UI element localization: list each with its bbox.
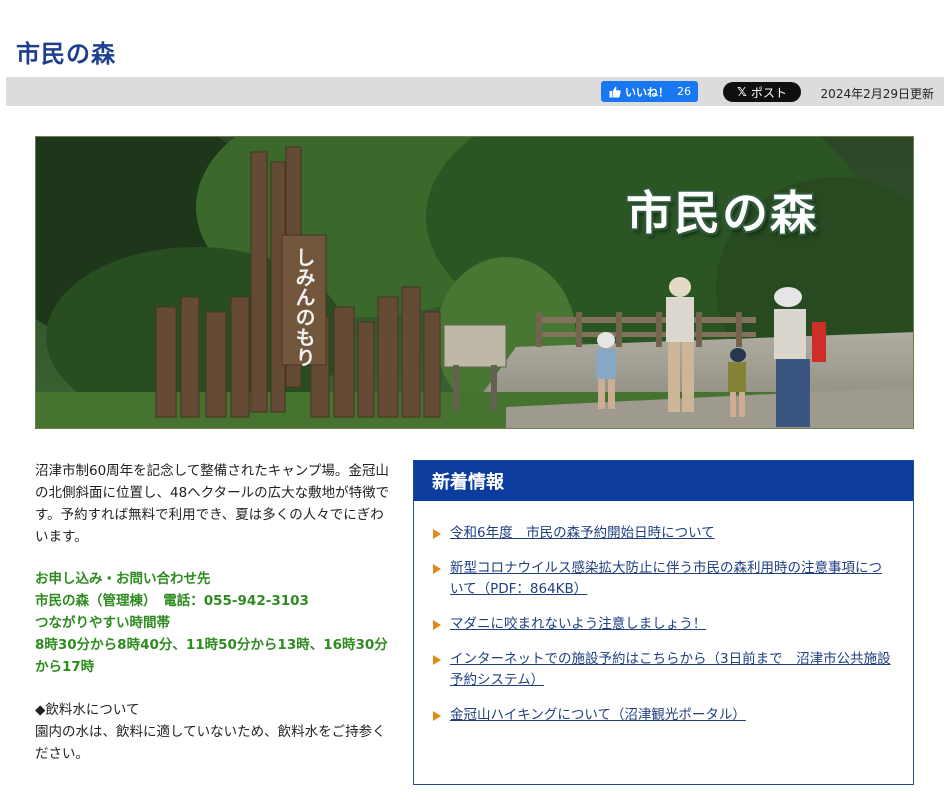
news-item: マダニに咬まれないよう注意しましょう！ bbox=[432, 614, 893, 635]
contact-hours: 8時30分から8時40分、11時50分から13時、16時30分から17時 bbox=[35, 637, 388, 675]
news-panel: 新着情報 令和6年度 市民の森予約開始日時について 新型コロナウイルス感染拡大防… bbox=[413, 460, 914, 785]
water-notice: ◆飲料水について 園内の水は、飲料に適していないため、飲料水をご持参ください。 bbox=[35, 699, 390, 765]
like-label: いいね！ bbox=[625, 85, 669, 99]
news-link[interactable]: 令和6年度 市民の森予約開始日時について bbox=[450, 525, 715, 541]
contact-block: お申し込み・お問い合わせ先 市民の森（管理棟） 電話：055-942-3103 … bbox=[35, 568, 390, 678]
water-heading: ◆飲料水について bbox=[35, 702, 140, 718]
page-title: 市民の森 bbox=[16, 40, 116, 68]
hero-title: 市民の森 bbox=[626, 186, 818, 240]
news-title: 新着情報 bbox=[414, 461, 913, 501]
news-link[interactable]: 新型コロナウイルス感染拡大防止に伴う市民の森利用時の注意事項について（PDF：8… bbox=[450, 560, 882, 597]
facebook-like-button[interactable]: いいね！ 26 bbox=[601, 81, 698, 102]
news-item: 金冠山ハイキングについて（沼津観光ポータル） bbox=[432, 705, 893, 726]
contact-hours-heading: つながりやすい時間帯 bbox=[35, 615, 170, 631]
x-post-button[interactable]: 𝕏 ポスト bbox=[723, 82, 801, 102]
hero-banner: しみんのもり 市民の森 bbox=[35, 136, 914, 429]
contact-heading: お申し込み・お問い合わせ先 bbox=[35, 571, 211, 587]
news-link[interactable]: 金冠山ハイキングについて（沼津観光ポータル） bbox=[450, 707, 746, 723]
arrow-right-icon bbox=[433, 564, 441, 574]
updated-date: 2024年2月29日更新 bbox=[820, 87, 934, 101]
arrow-right-icon bbox=[433, 655, 441, 665]
thumbs-up-icon bbox=[609, 86, 621, 97]
news-item: 新型コロナウイルス感染拡大防止に伴う市民の森利用時の注意事項について（PDF：8… bbox=[432, 558, 893, 600]
news-item: 令和6年度 市民の森予約開始日時について bbox=[432, 523, 893, 544]
x-logo-icon: 𝕏 bbox=[737, 85, 747, 99]
like-count: 26 bbox=[677, 85, 691, 98]
news-link[interactable]: インターネットでの施設予約はこちらから（3日前まで 沼津市公共施設予約システム） bbox=[450, 651, 891, 688]
arrow-right-icon bbox=[433, 529, 441, 539]
news-link[interactable]: マダニに咬まれないよう注意しましょう！ bbox=[450, 616, 706, 632]
share-toolbar: いいね！ 26 𝕏 ポスト 2024年2月29日更新 bbox=[6, 77, 944, 106]
post-label: ポスト bbox=[750, 85, 787, 100]
news-item: インターネットでの施設予約はこちらから（3日前まで 沼津市公共施設予約システム） bbox=[432, 649, 893, 691]
contact-phone-line: 市民の森（管理棟） 電話：055-942-3103 bbox=[35, 593, 309, 609]
intro-text: 沼津市制60周年を記念して整備されたキャンプ場。金冠山の北側斜面に位置し、48ヘ… bbox=[35, 463, 390, 545]
water-text: 園内の水は、飲料に適していないため、飲料水をご持参ください。 bbox=[35, 724, 386, 762]
arrow-right-icon bbox=[433, 711, 441, 721]
arrow-right-icon bbox=[433, 620, 441, 630]
news-list: 令和6年度 市民の森予約開始日時について 新型コロナウイルス感染拡大防止に伴う市… bbox=[414, 501, 913, 726]
